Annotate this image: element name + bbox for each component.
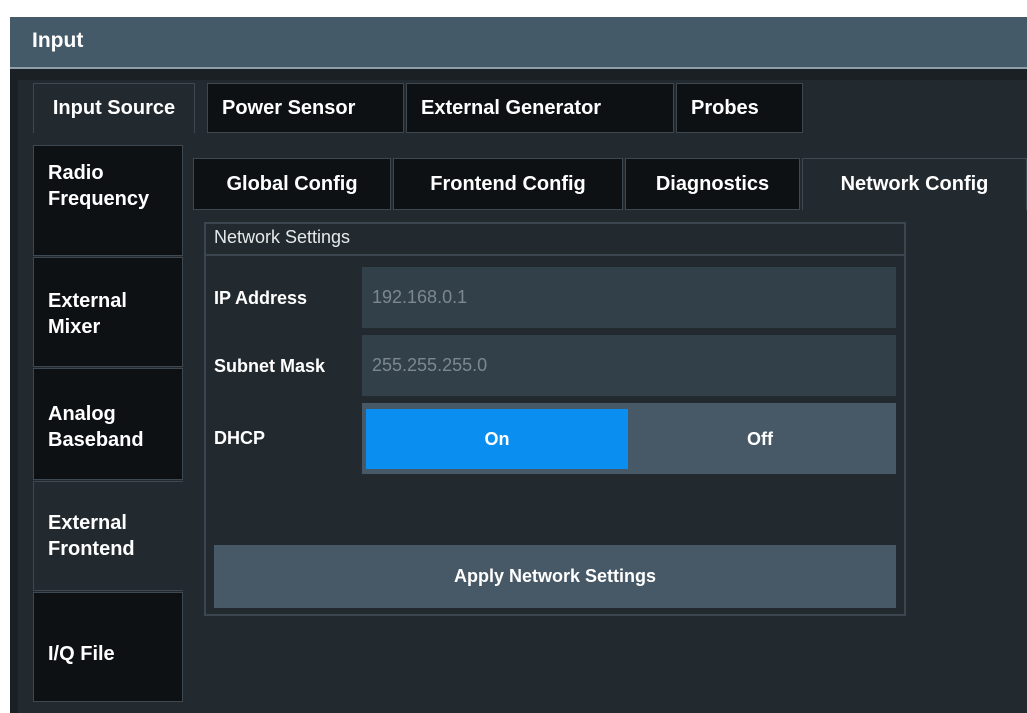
tab-external-generator[interactable]: External Generator <box>406 83 674 133</box>
dhcp-on-button[interactable]: On <box>366 409 628 469</box>
subtab-frontend-config[interactable]: Frontend Config <box>393 158 623 210</box>
side-tab-label: Analog Baseband <box>48 403 144 451</box>
subnet-mask-value: 255.255.255.0 <box>372 355 488 375</box>
dhcp-label: DHCP <box>214 428 266 448</box>
side-tab-radio-frequency[interactable]: Radio Frequency <box>33 145 183 256</box>
tab-label: Power Sensor <box>222 96 356 119</box>
tab-probes[interactable]: Probes <box>676 83 803 133</box>
side-tab-external-frontend[interactable]: External Frontend <box>33 481 183 591</box>
subnet-mask-field[interactable]: 255.255.255.0 <box>362 335 896 396</box>
subtab-label: Global Config <box>226 172 358 195</box>
tab-label: Probes <box>691 96 759 119</box>
ip-address-label: IP Address <box>214 288 308 308</box>
subtab-label: Network Config <box>840 173 989 195</box>
side-tab-label: External Mixer <box>48 290 127 338</box>
window-title: Input <box>32 29 84 52</box>
side-tab-analog-baseband[interactable]: Analog Baseband <box>33 368 183 480</box>
dhcp-off-button[interactable]: Off <box>628 409 892 469</box>
group-divider <box>206 254 904 256</box>
side-tab-label: Radio Frequency <box>48 162 150 210</box>
tab-input-source[interactable]: Input Source <box>33 83 195 133</box>
tab-label: Input Source <box>52 97 176 119</box>
side-tab-external-mixer[interactable]: External Mixer <box>33 257 183 367</box>
side-tab-label: External Frontend <box>48 512 135 560</box>
side-tab-iq-file[interactable]: I/Q File <box>33 592 183 702</box>
tab-label: External Generator <box>421 96 602 119</box>
title-bar: Input <box>10 17 1027 69</box>
ip-address-value: 192.168.0.1 <box>372 287 468 307</box>
subnet-mask-label: Subnet Mask <box>214 356 326 376</box>
dhcp-toggle: On Off <box>362 403 896 474</box>
group-title: Network Settings <box>214 227 351 247</box>
subtab-label: Frontend Config <box>430 172 586 195</box>
subtab-global-config[interactable]: Global Config <box>193 158 391 210</box>
subtab-label: Diagnostics <box>655 172 770 195</box>
side-tab-label: I/Q File <box>48 643 115 665</box>
title-divider <box>10 67 1027 69</box>
tab-power-sensor[interactable]: Power Sensor <box>207 83 404 133</box>
subtab-network-config[interactable]: Network Config <box>802 158 1027 210</box>
apply-network-settings-button[interactable]: Apply Network Settings <box>214 545 896 608</box>
ip-address-field[interactable]: 192.168.0.1 <box>362 267 896 328</box>
subtab-diagnostics[interactable]: Diagnostics <box>625 158 800 210</box>
